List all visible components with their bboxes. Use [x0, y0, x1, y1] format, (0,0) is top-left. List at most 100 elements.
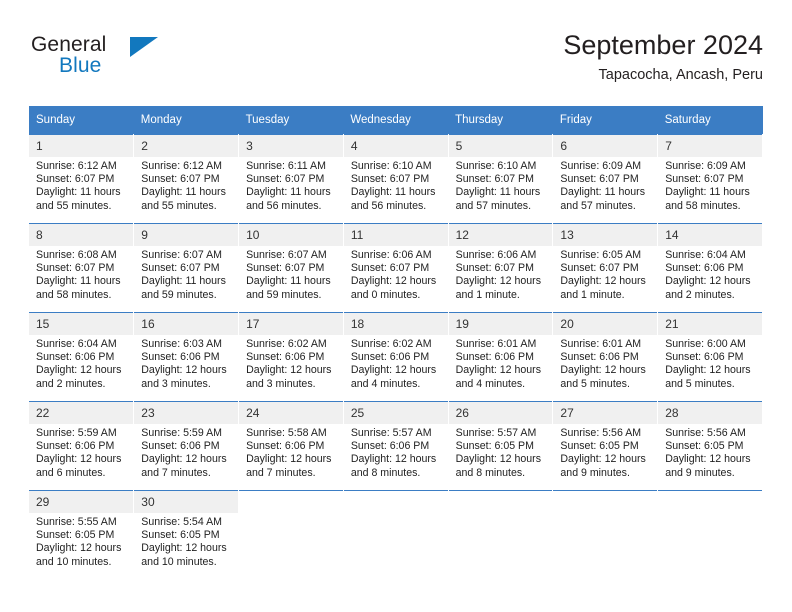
day-number: 6	[553, 135, 658, 157]
calendar-day-cell[interactable]: 6 Sunrise: 6:09 AM Sunset: 6:07 PM Daylight…	[552, 134, 659, 224]
sunset-time: Sunset: 6:05 PM	[141, 529, 220, 542]
calendar-day-cell[interactable]: 24 Sunrise: 5:58 AM Sunset: 6:06 PM Dayligh…	[238, 401, 344, 491]
sunset-time: Sunset: 6:07 PM	[141, 173, 220, 186]
sunrise-time: Sunrise: 6:01 AM	[455, 338, 537, 350]
sunset-time: Sunset: 6:06 PM	[141, 440, 220, 453]
calendar-day-cell[interactable]: 26 Sunrise: 5:57 AM Sunset: 6:05 PM Dayligh…	[448, 401, 554, 491]
daylight-duration-line2: and 3 minutes.	[246, 377, 316, 390]
day-number	[239, 491, 343, 513]
day-number: 7	[658, 135, 762, 157]
daylight-duration-line2: and 59 minutes.	[141, 288, 217, 301]
sunset-time: Sunset: 6:07 PM	[455, 173, 534, 186]
calendar-day-cell[interactable]: 25 Sunrise: 5:57 AM Sunset: 6:06 PM Dayligh…	[343, 401, 449, 491]
day-number: 21	[658, 313, 762, 335]
calendar-week-row: 29 Sunrise: 5:55 AM Sunset: 6:05 PM Dayligh…	[29, 490, 763, 579]
sunset-time: Sunset: 6:06 PM	[350, 440, 430, 453]
day-number: 4	[343, 135, 448, 157]
sunset-time: Sunset: 6:07 PM	[36, 173, 115, 186]
sunset-time: Sunset: 6:06 PM	[36, 440, 115, 453]
calendar-day-cell[interactable]: 30 Sunrise: 5:54 AM Sunset: 6:05 PM Dayligh…	[133, 490, 240, 579]
calendar-day-cell[interactable]: 21 Sunrise: 6:00 AM Sunset: 6:06 PM Dayligh…	[657, 312, 763, 402]
daylight-duration-line1: Daylight: 12 hours	[455, 275, 542, 288]
calendar-day-cell[interactable]: 4 Sunrise: 6:10 AM Sunset: 6:07 PM Daylight…	[343, 134, 449, 224]
calendar-day-cell[interactable]: 14 Sunrise: 6:04 AM Sunset: 6:06 PM Dayligh…	[657, 223, 763, 313]
calendar-day-cell[interactable]: 1 Sunrise: 6:12 AM Sunset: 6:07 PM Daylight…	[29, 134, 135, 224]
daylight-duration-line2: and 8 minutes.	[455, 466, 526, 479]
daylight-duration-line1: Daylight: 11 hours	[141, 186, 226, 199]
calendar-day-cell[interactable]: 5 Sunrise: 6:10 AM Sunset: 6:07 PM Daylight…	[448, 134, 554, 224]
sunrise-time: Sunrise: 5:56 AM	[560, 427, 642, 439]
day-number: 11	[343, 224, 448, 246]
day-details: Sunrise: 6:07 AM Sunset: 6:07 PM Daylight:…	[239, 246, 343, 302]
sunset-time: Sunset: 6:06 PM	[560, 351, 639, 364]
day-number: 1	[29, 135, 134, 157]
sunrise-time: Sunrise: 6:05 AM	[560, 249, 642, 261]
daylight-duration-line1: Daylight: 12 hours	[665, 364, 751, 377]
daylight-duration-line2: and 2 minutes.	[665, 288, 735, 301]
sunrise-time: Sunrise: 6:06 AM	[350, 249, 432, 261]
day-details: Sunrise: 6:09 AM Sunset: 6:07 PM Daylight:…	[658, 157, 762, 213]
daylight-duration-line1: Daylight: 12 hours	[455, 453, 542, 466]
daylight-duration-line1: Daylight: 11 hours	[36, 186, 121, 199]
sunset-time: Sunset: 6:05 PM	[560, 440, 639, 453]
daylight-duration-line1: Daylight: 12 hours	[141, 453, 227, 466]
calendar-day-cell[interactable]: 12 Sunrise: 6:06 AM Sunset: 6:07 PM Dayligh…	[448, 223, 554, 313]
day-number: 3	[239, 135, 343, 157]
calendar-day-cell[interactable]: 19 Sunrise: 6:01 AM Sunset: 6:06 PM Dayligh…	[448, 312, 554, 402]
sunrise-time: Sunrise: 6:06 AM	[455, 249, 537, 261]
calendar-day-cell[interactable]: 7 Sunrise: 6:09 AM Sunset: 6:07 PM Daylight…	[657, 134, 763, 224]
sunset-time: Sunset: 6:06 PM	[455, 351, 534, 364]
sunset-time: Sunset: 6:07 PM	[560, 262, 639, 275]
day-number: 10	[239, 224, 343, 246]
day-number	[448, 491, 553, 513]
sunset-time: Sunset: 6:06 PM	[246, 351, 325, 364]
calendar-day-cell[interactable]: 2 Sunrise: 6:12 AM Sunset: 6:07 PM Daylight…	[133, 134, 240, 224]
daylight-duration-line1: Daylight: 11 hours	[455, 186, 541, 199]
weekday-header-tuesday: Tuesday	[238, 106, 344, 135]
sunrise-time: Sunrise: 6:09 AM	[560, 160, 642, 172]
calendar-day-cell[interactable]: 8 Sunrise: 6:08 AM Sunset: 6:07 PM Daylight…	[29, 223, 135, 313]
sunset-time: Sunset: 6:07 PM	[36, 262, 115, 275]
sunset-time: Sunset: 6:07 PM	[350, 262, 430, 275]
day-details: Sunrise: 6:10 AM Sunset: 6:07 PM Daylight:…	[344, 157, 448, 213]
day-details: Sunrise: 5:55 AM Sunset: 6:05 PM Daylight:…	[29, 513, 133, 569]
day-details: Sunrise: 6:02 AM Sunset: 6:06 PM Daylight:…	[239, 335, 343, 391]
sunrise-time: Sunrise: 6:04 AM	[665, 249, 746, 261]
daylight-duration-line2: and 2 minutes.	[36, 377, 106, 390]
calendar-day-cell[interactable]: 9 Sunrise: 6:07 AM Sunset: 6:07 PM Daylight…	[133, 223, 240, 313]
page-title: September 2024	[563, 30, 763, 60]
daylight-duration-line2: and 4 minutes.	[350, 377, 421, 390]
daylight-duration-line1: Daylight: 11 hours	[141, 275, 226, 288]
daylight-duration-line1: Daylight: 12 hours	[141, 542, 227, 555]
calendar-day-cell[interactable]: 22 Sunrise: 5:59 AM Sunset: 6:06 PM Dayligh…	[29, 401, 135, 491]
calendar-day-cell[interactable]: 23 Sunrise: 5:59 AM Sunset: 6:06 PM Dayligh…	[133, 401, 240, 491]
sunset-time: Sunset: 6:06 PM	[246, 440, 325, 453]
calendar-day-cell[interactable]: 28 Sunrise: 5:56 AM Sunset: 6:05 PM Dayligh…	[657, 401, 763, 491]
calendar-day-cell[interactable]: 11 Sunrise: 6:06 AM Sunset: 6:07 PM Dayligh…	[343, 223, 449, 313]
calendar-day-cell[interactable]: 20 Sunrise: 6:01 AM Sunset: 6:06 PM Dayligh…	[552, 312, 659, 402]
calendar-day-cell[interactable]: 10 Sunrise: 6:07 AM Sunset: 6:07 PM Dayligh…	[238, 223, 344, 313]
sunrise-time: Sunrise: 6:10 AM	[350, 160, 432, 172]
calendar-day-cell[interactable]: 18 Sunrise: 6:02 AM Sunset: 6:06 PM Dayligh…	[343, 312, 449, 402]
sunset-time: Sunset: 6:06 PM	[141, 351, 220, 364]
calendar-day-cell[interactable]: 13 Sunrise: 6:05 AM Sunset: 6:07 PM Dayligh…	[552, 223, 659, 313]
day-number: 24	[239, 402, 343, 424]
calendar-day-cell[interactable]: 29 Sunrise: 5:55 AM Sunset: 6:05 PM Dayligh…	[29, 490, 135, 579]
daylight-duration-line1: Daylight: 12 hours	[350, 364, 437, 377]
sunset-time: Sunset: 6:07 PM	[350, 173, 430, 186]
general-blue-logo: General Blue	[29, 28, 329, 90]
day-number: 17	[239, 313, 343, 335]
calendar-day-cell[interactable]: 17 Sunrise: 6:02 AM Sunset: 6:06 PM Dayligh…	[238, 312, 344, 402]
sunset-time: Sunset: 6:05 PM	[455, 440, 534, 453]
logo-triangle-icon	[130, 37, 158, 57]
calendar-week-row: 8 Sunrise: 6:08 AM Sunset: 6:07 PM Daylight…	[29, 223, 763, 313]
calendar-day-cell[interactable]: 16 Sunrise: 6:03 AM Sunset: 6:06 PM Dayligh…	[133, 312, 240, 402]
calendar-day-cell-empty	[657, 490, 763, 579]
day-details: Sunrise: 6:09 AM Sunset: 6:07 PM Daylight:…	[553, 157, 657, 213]
calendar-day-cell[interactable]: 27 Sunrise: 5:56 AM Sunset: 6:05 PM Dayligh…	[552, 401, 659, 491]
day-number: 26	[448, 402, 553, 424]
calendar-day-cell[interactable]: 15 Sunrise: 6:04 AM Sunset: 6:06 PM Dayligh…	[29, 312, 135, 402]
calendar-day-cell[interactable]: 3 Sunrise: 6:11 AM Sunset: 6:07 PM Daylight…	[238, 134, 344, 224]
daylight-duration-line1: Daylight: 11 hours	[36, 275, 121, 288]
daylight-duration-line1: Daylight: 12 hours	[36, 542, 122, 555]
